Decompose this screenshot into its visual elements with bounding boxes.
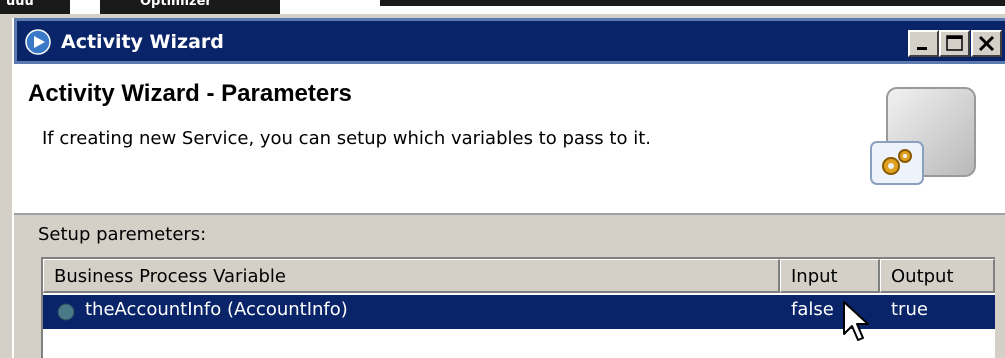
- table-header: Business Process Variable Input Output: [43, 259, 995, 293]
- cell-input[interactable]: false: [791, 299, 834, 320]
- play-circle-icon: [25, 29, 51, 55]
- title-bar[interactable]: Activity Wizard: [14, 18, 1005, 64]
- background-fragment: Optimizer: [140, 0, 212, 9]
- background-taskbar: uuu Optimizer: [0, 0, 1005, 14]
- maximize-button[interactable]: [939, 30, 970, 57]
- close-icon: [978, 35, 995, 52]
- window-title: Activity Wizard: [61, 31, 224, 53]
- page-description: If creating new Service, you can setup w…: [42, 128, 651, 149]
- cell-output[interactable]: true: [891, 299, 928, 320]
- background-strip-segment: [380, 0, 1005, 6]
- cell-variable: theAccountInfo (AccountInfo): [85, 299, 348, 320]
- mouse-cursor-icon: [843, 301, 869, 341]
- page-title: Activity Wizard - Parameters: [28, 80, 352, 107]
- variable-icon: [57, 303, 75, 321]
- wizard-header: Activity Wizard - Parameters If creating…: [14, 64, 1005, 215]
- close-button[interactable]: [971, 30, 1002, 57]
- maximize-icon: [946, 35, 963, 51]
- column-header-output[interactable]: Output: [880, 259, 995, 293]
- minimize-icon: [917, 47, 927, 50]
- gears-icon: [870, 87, 976, 185]
- column-header-variable[interactable]: Business Process Variable: [43, 259, 780, 293]
- background-fragment: uuu: [6, 0, 34, 9]
- minimize-button[interactable]: [908, 30, 939, 57]
- section-label: Setup paremeters:: [38, 224, 207, 245]
- column-header-input[interactable]: Input: [780, 259, 880, 293]
